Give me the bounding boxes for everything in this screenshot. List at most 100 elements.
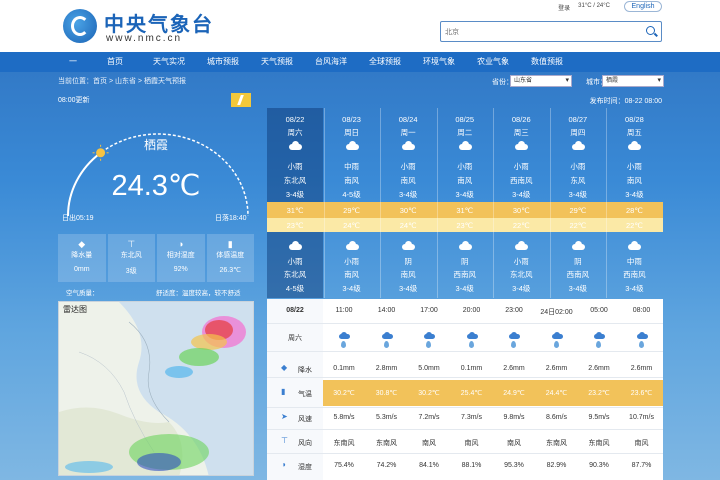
forecast-day-weather: 小雨 (570, 162, 586, 171)
hourly-precip: 2.6mm (503, 365, 525, 372)
forecast-night-wind-level: 3-4级 (398, 284, 418, 293)
observation-label: 降水量 (71, 252, 93, 259)
nav-item-7[interactable]: 环境气象 (412, 52, 466, 72)
forecast-day-3[interactable]: 08/25 周二 小雨 南风 3-4级阴西南风 3-4级 (437, 108, 493, 298)
forecast-week: 周一 (400, 128, 416, 137)
breadcrumb[interactable]: 当前位置：首页 > 山东省 > 栖霞天气预报 (58, 76, 186, 86)
observation-value: 3级 (125, 268, 137, 275)
hourly-time: 05:00 (590, 307, 608, 314)
hourly-temp: 25.4℃ (460, 390, 483, 397)
day-separator (549, 108, 551, 298)
day-separator (323, 108, 325, 298)
hourly-wind-dir: 东南风 (333, 440, 355, 447)
low-temperature: 24℃ (399, 221, 417, 230)
forecast-day-wind-dir: 南风 (457, 176, 473, 185)
nav-item-9[interactable]: 数值预报 (520, 52, 574, 72)
warning-icon[interactable] (231, 93, 251, 107)
hourly-temp: 24.9℃ (503, 390, 525, 397)
hourly-time: 24日02:00 (540, 309, 573, 316)
forecast-week: 周二 (457, 128, 473, 137)
forecast-night-weather: 小雨 (287, 257, 303, 266)
nav-item-2[interactable]: 天气实况 (142, 52, 196, 72)
forecast-day-wind-level: 3-4级 (625, 190, 644, 199)
nav-item-1[interactable]: 首页 (88, 52, 142, 72)
radar-panel[interactable]: 雷达图 (58, 301, 254, 476)
forecast-day-weather: 中雨 (344, 162, 360, 171)
cloud-icon (344, 241, 360, 250)
english-button[interactable]: English (624, 1, 662, 12)
forecast-day-6[interactable]: 08/28 周五 小雨 南风 3-4级 中雨 西南风 3-4级 (606, 108, 662, 298)
rain-cloud-icon (551, 332, 563, 339)
cloud-icon (570, 241, 586, 250)
hourly-wind-dir: 东南风 (588, 440, 610, 447)
hourly-wind-dir: 南风 (634, 440, 649, 447)
forecast-day-4[interactable]: 08/26 周三 小雨 西南风 3-4级 小雨 东北风 3-4级 (493, 108, 549, 298)
row-divider (267, 323, 663, 324)
hourly-week: 周六 (288, 335, 302, 342)
sunset-time: 日落18:40 (215, 215, 247, 222)
raindrop-icon: ◆ (78, 239, 86, 249)
low-temperature: 24℃ (343, 221, 360, 230)
hourly-precip: 2.6mm (588, 365, 610, 372)
province-select[interactable]: 山东省 (510, 75, 572, 87)
row-divider (267, 429, 663, 430)
drop-icon (511, 341, 516, 348)
city-select[interactable]: 栖霞 (602, 75, 664, 87)
forecast-day-wind-level: 4-5级 (342, 190, 361, 199)
forecast-night-weather: 阴 (404, 257, 412, 266)
forecast-week: 周六 (287, 128, 303, 137)
cloud-icon (287, 141, 303, 150)
nav-item-6[interactable]: 全球预报 (358, 52, 412, 72)
forecast-day-2[interactable]: 08/24 周一 小雨 南风 3-4级阴南风 3-4级 (380, 108, 436, 298)
forecast-day-0[interactable]: 08/22 周六 小雨 东北风 3-4级 小雨 东北风 4-5级 (267, 108, 323, 298)
hourly-date: 08/22 (286, 307, 304, 314)
hourly-temp: 23.2℃ (588, 390, 610, 397)
cloud-icon (513, 141, 529, 150)
row-divider (267, 377, 663, 378)
nav-item-0[interactable]: 一 (58, 52, 88, 72)
forecast-night-wind-dir: 东北风 (510, 270, 533, 279)
hourly-temp: 24.4℃ (545, 390, 568, 397)
day-separator (493, 108, 495, 298)
nav-item-8[interactable]: 农业气象 (466, 52, 520, 72)
search-icon[interactable] (646, 26, 655, 35)
hourly-precip: 2.6mm (630, 365, 653, 372)
hourly-temp: 30.8℃ (375, 390, 398, 397)
forecast-date: 08/25 (455, 115, 475, 124)
drop-icon (468, 341, 474, 348)
hourly-wind-dir: 东南风 (376, 440, 397, 447)
hourly-forecast: 08/22 周六 ◆ 降水 ▮ 气温 ➤ 风速 ⊤ 风向 ◑ 湿度 11:00 0.1mm 30.2℃ 5.8… (267, 299, 663, 480)
forecast-day-wind-dir: 南风 (344, 176, 360, 185)
site-url: www.nmc.cn (106, 33, 183, 44)
nav-item-3[interactable]: 城市预报 (196, 52, 250, 72)
hourly-precip: 2.8mm (375, 365, 398, 372)
top-links: 登录 31°C / 24°C (558, 3, 610, 12)
forecast-day-1[interactable]: 08/23 周日 中雨 南风 4-5级 小雨 南风 3-4级 (324, 108, 380, 298)
cloud-icon (626, 241, 642, 250)
hourly-wind-dir: 东南风 (546, 440, 567, 447)
search-input[interactable] (445, 26, 635, 38)
nav-item-4[interactable]: 天气预报 (250, 52, 304, 72)
forecast-day-wind-level: 3-4级 (512, 190, 531, 199)
forecast-day-wind-level: 3-4级 (568, 190, 588, 199)
forecast-day-weather: 小雨 (400, 162, 416, 171)
rain-cloud-icon (636, 332, 648, 339)
nav-item-5[interactable]: 台风海洋 (304, 52, 358, 72)
observation-label: 体感温度 (216, 252, 245, 259)
air-quality-bar: 空气质量： 舒适度：温度较高，较不舒适 (58, 285, 254, 297)
high-temperature: 29℃ (343, 206, 360, 215)
realtime-update-label: 08:00更新 (58, 97, 90, 104)
observation-label: 相对湿度 (166, 252, 195, 259)
forecast-day-5[interactable]: 08/27 周四 小雨 东风 3-4级阴西南风 3-4级 (550, 108, 606, 298)
hourly-humidity: 84.1% (419, 462, 439, 469)
logo-icon[interactable] (63, 9, 97, 43)
high-temperature: 29℃ (569, 206, 587, 215)
login-link[interactable]: 登录 (558, 3, 570, 12)
forecast-date: 08/26 (511, 115, 531, 124)
seven-day-forecast: 08/22 周六 小雨 东北风 3-4级 小雨 东北风 4-5级 08/23 周日 中雨 南风 4-5级… (267, 108, 663, 298)
hourly-wind-speed: 8.6m/s (545, 414, 567, 421)
sunrise-time: 日出05:19 (62, 215, 94, 222)
forecast-night-wind-dir: 西南风 (566, 270, 590, 279)
observation-2: ◑ 相对湿度 92% (157, 234, 205, 282)
forecast-night-wind-level: 3-4级 (625, 284, 644, 293)
